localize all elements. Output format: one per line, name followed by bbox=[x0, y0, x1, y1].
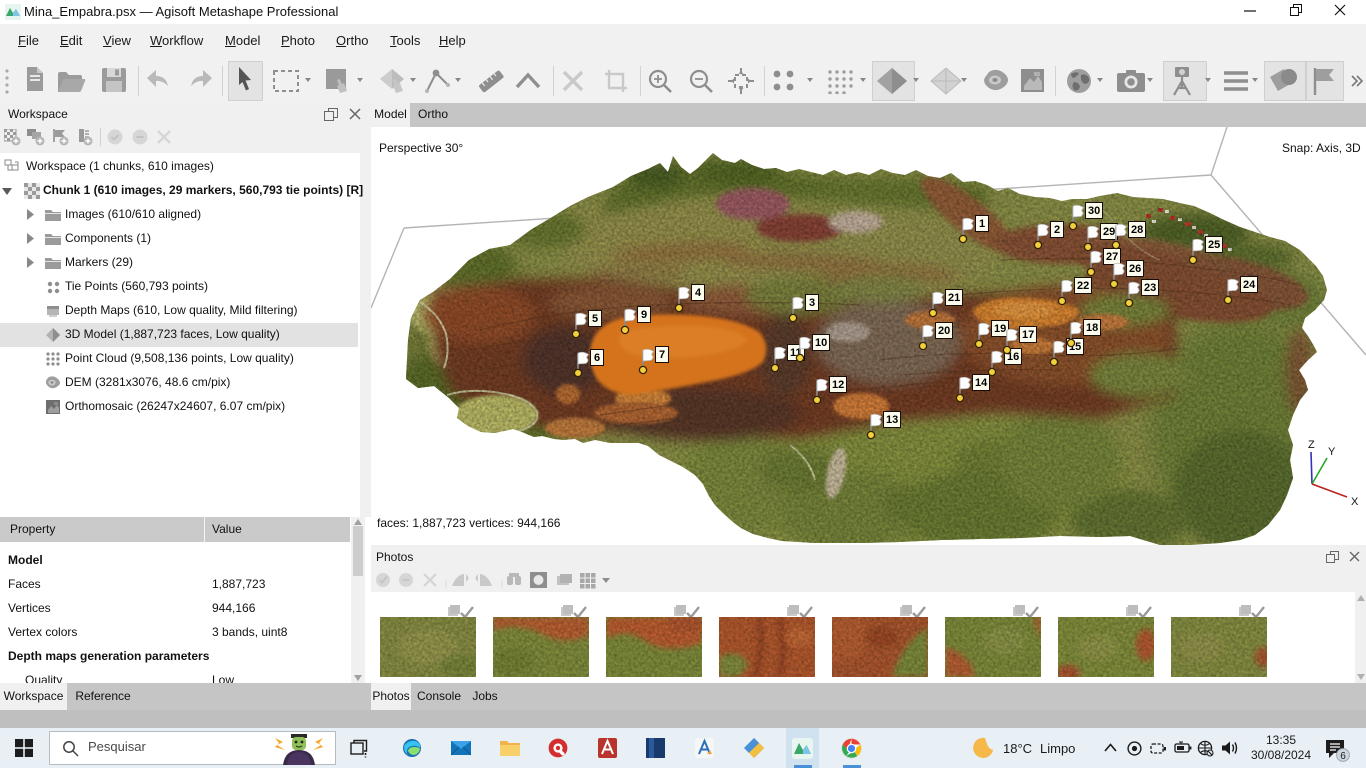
svg-text:Y: Y bbox=[1328, 446, 1336, 458]
svg-text:6: 6 bbox=[1340, 751, 1346, 762]
svg-text:X: X bbox=[1351, 496, 1359, 508]
svg-text:Z: Z bbox=[1308, 439, 1315, 451]
